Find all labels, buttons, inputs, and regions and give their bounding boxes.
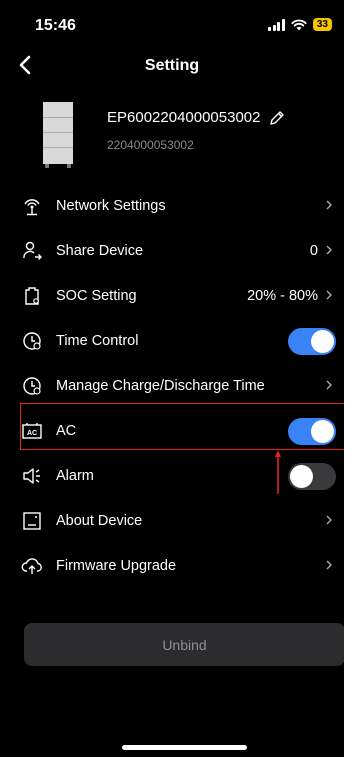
status-time: 15:46: [35, 17, 76, 34]
battery-settings-icon: [25, 287, 39, 305]
up-arrow-annotation: [275, 450, 281, 494]
row-time-control: Time Control: [0, 318, 344, 363]
row-manage-charge-discharge[interactable]: Manage Charge/Discharge Time: [0, 363, 344, 408]
settings-screen: 15:46 33 Setting EP6002204000053002 2204…: [0, 0, 344, 757]
row-label: Network Settings: [56, 197, 166, 214]
router-icon: [24, 199, 40, 216]
row-soc-setting[interactable]: SOC Setting 20% - 80%: [0, 273, 344, 318]
unbind-button[interactable]: Unbind: [24, 623, 344, 666]
signal-icon: [268, 18, 285, 31]
soc-range-value: 20% - 80%: [247, 287, 318, 304]
row-network-settings[interactable]: Network Settings: [0, 183, 344, 228]
device-serial: 2204000053002: [107, 138, 194, 152]
status-icons: 33: [268, 18, 332, 31]
chevron-right-icon: [326, 290, 332, 300]
device-card: EP6002204000053002 2204000053002: [0, 92, 344, 172]
chevron-right-icon: [326, 245, 332, 255]
battery-device-image: [43, 102, 73, 168]
settings-list: Network Settings Share Device 0 SOC Sett…: [0, 183, 344, 588]
row-alarm: Alarm: [0, 453, 344, 498]
status-bar: 15:46 33: [0, 0, 344, 46]
clock-settings-icon: [23, 332, 41, 350]
row-label: Time Control: [56, 332, 139, 349]
ac-highlight-box: [20, 403, 344, 450]
clock-settings-icon: [23, 377, 41, 395]
edit-pencil-icon[interactable]: [269, 110, 285, 126]
row-about-device[interactable]: About Device: [0, 498, 344, 543]
alarm-toggle[interactable]: [288, 463, 336, 490]
row-label: Firmware Upgrade: [56, 557, 177, 574]
row-label: SOC Setting: [56, 287, 137, 304]
nav-bar: Setting: [0, 50, 344, 82]
row-label: Manage Charge/Discharge Time: [56, 377, 265, 394]
device-info-icon: [23, 512, 41, 530]
speaker-icon: [23, 468, 40, 484]
row-label: Share Device: [56, 242, 144, 259]
device-name: EP6002204000053002: [107, 109, 285, 126]
chevron-right-icon: [326, 560, 332, 570]
share-user-icon: [23, 241, 42, 260]
page-title: Setting: [144, 57, 200, 74]
chevron-right-icon: [326, 200, 332, 210]
battery-icon: 33: [312, 18, 332, 31]
chevron-right-icon: [326, 380, 332, 390]
wifi-icon: [291, 19, 307, 30]
row-share-device[interactable]: Share Device 0: [0, 228, 344, 273]
row-firmware-upgrade[interactable]: Firmware Upgrade: [0, 543, 344, 588]
share-count-value: 0: [309, 242, 318, 259]
chevron-right-icon: [326, 515, 332, 525]
right-edge-strip: [344, 0, 351, 757]
time-control-toggle[interactable]: [288, 328, 336, 355]
home-indicator[interactable]: [122, 745, 247, 750]
row-label: About Device: [56, 512, 143, 529]
cloud-upload-icon: [21, 558, 42, 574]
row-label: Alarm: [56, 467, 94, 484]
device-name-text: EP6002204000053002: [107, 109, 261, 126]
